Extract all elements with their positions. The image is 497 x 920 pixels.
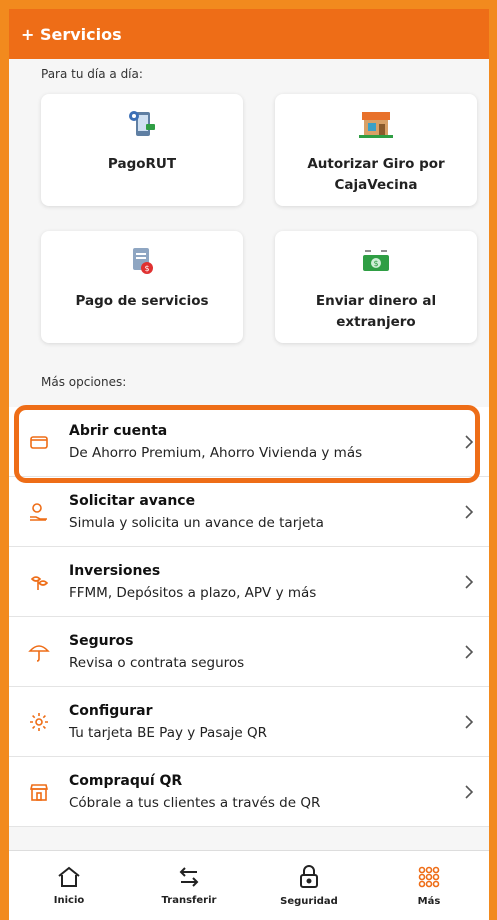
- daily-section-label: Para tu día a día:: [41, 67, 143, 81]
- transfer-arrows-icon: [179, 867, 199, 887]
- options-list: Abrir cuenta De Ahorro Premium, Ahorro V…: [9, 407, 489, 827]
- tab-label: Seguridad: [280, 896, 338, 907]
- option-subtitle: Cóbrale a tus clientes a través de QR: [69, 794, 321, 811]
- option-subtitle: FFMM, Depósitos a plazo, APV y más: [69, 584, 317, 601]
- plant-icon: [9, 571, 69, 593]
- option-subtitle: Tu tarjeta BE Pay y Pasaje QR: [69, 724, 267, 741]
- option-title: Configurar: [69, 702, 153, 719]
- option-solicitar-avance[interactable]: Solicitar avance Simula y solicita un av…: [9, 477, 489, 547]
- tab-inicio[interactable]: Inicio: [9, 851, 129, 920]
- bill-icon: $: [124, 243, 160, 279]
- tab-label: Inicio: [53, 895, 85, 906]
- option-title: Inversiones: [69, 562, 161, 579]
- option-seguros[interactable]: Seguros Revisa o contrata seguros: [9, 617, 489, 687]
- option-title: Abrir cuenta: [69, 422, 168, 439]
- chevron-right-icon: [449, 644, 489, 660]
- tab-mas[interactable]: Más: [369, 851, 489, 920]
- card-label: Enviar dinero al extranjero: [315, 293, 437, 330]
- card-autorizar-giro[interactable]: Autorizar Giro por CajaVecina: [275, 94, 477, 206]
- chevron-right-icon: [449, 714, 489, 730]
- wallet-icon: [9, 432, 69, 452]
- card-label: Pago de servicios: [75, 293, 209, 309]
- option-configurar[interactable]: Configurar Tu tarjeta BE Pay y Pasaje QR: [9, 687, 489, 757]
- tab-label: Transferir: [161, 895, 217, 906]
- option-inversiones[interactable]: Inversiones FFMM, Depósitos a plazo, APV…: [9, 547, 489, 617]
- card-enviar-dinero[interactable]: $ Enviar dinero al extranjero: [275, 231, 477, 343]
- bottom-tab-bar: Inicio Transferir Seguridad Más: [9, 850, 489, 920]
- card-label: PagoRUT: [107, 156, 177, 172]
- option-title: Seguros: [69, 632, 134, 649]
- phone-payment-icon: [124, 106, 160, 142]
- home-icon: [58, 866, 80, 887]
- card-pagorut[interactable]: PagoRUT: [41, 94, 243, 206]
- storefront-icon: [358, 106, 394, 142]
- services-screen: + Servicios Para tu día a día: PagoRUT A…: [9, 9, 489, 920]
- chevron-right-icon: [449, 504, 489, 520]
- card-label: Autorizar Giro por CajaVecina: [307, 156, 445, 193]
- tab-label: Más: [417, 896, 441, 907]
- option-subtitle: Revisa o contrata seguros: [69, 654, 245, 671]
- svg-text:$: $: [144, 264, 149, 273]
- grid-dots-icon: [418, 866, 440, 888]
- option-abrir-cuenta[interactable]: Abrir cuenta De Ahorro Premium, Ahorro V…: [9, 407, 489, 477]
- header-title: + Servicios: [21, 24, 122, 44]
- tab-seguridad[interactable]: Seguridad: [249, 851, 369, 920]
- chevron-right-icon: [449, 574, 489, 590]
- svg-text:$: $: [373, 259, 378, 268]
- option-subtitle: Simula y solicita un avance de tarjeta: [69, 514, 324, 531]
- chevron-right-icon: [449, 434, 489, 450]
- umbrella-icon: [9, 641, 69, 663]
- services-header: + Servicios: [9, 9, 489, 59]
- tab-transferir[interactable]: Transferir: [129, 851, 249, 920]
- option-title: Compraquí QR: [69, 772, 183, 789]
- option-subtitle: De Ahorro Premium, Ahorro Vivienda y más: [69, 444, 363, 461]
- money-transfer-icon: $: [358, 243, 394, 279]
- chevron-right-icon: [449, 784, 489, 800]
- more-options-label: Más opciones:: [41, 375, 127, 389]
- card-pago-servicios[interactable]: $ Pago de servicios: [41, 231, 243, 343]
- option-compraqui-qr[interactable]: Compraquí QR Cóbrale a tus clientes a tr…: [9, 757, 489, 827]
- lock-icon: [300, 865, 318, 888]
- option-title: Solicitar avance: [69, 492, 196, 509]
- shop-icon: [9, 781, 69, 803]
- gear-icon: [9, 711, 69, 733]
- hand-money-icon: [9, 501, 69, 523]
